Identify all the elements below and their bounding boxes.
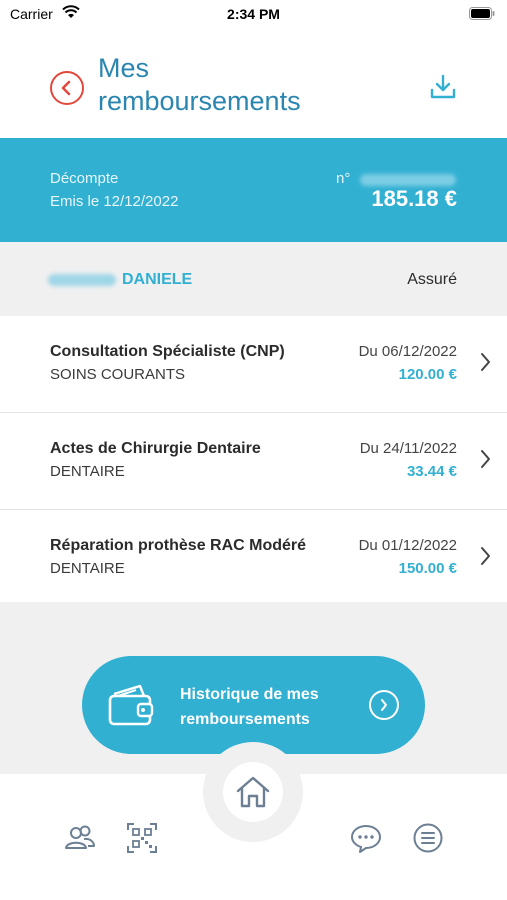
claim-amount: 120.00 € (398, 366, 457, 383)
decompte-number-redacted (360, 174, 456, 186)
insured-role: Assuré (407, 271, 457, 288)
page-title: Mes remboursements (98, 53, 301, 116)
decompte-total-amount: 185.18 € (371, 186, 457, 211)
claim-item[interactable]: Consultation Spécialiste (CNP) SOINS COU… (0, 316, 507, 413)
back-button[interactable] (50, 71, 84, 105)
claim-amount: 33.44 € (406, 463, 457, 480)
home-tab[interactable] (223, 762, 283, 822)
menu-icon[interactable] (412, 822, 444, 854)
claim-item[interactable]: Réparation prothèse RAC Modéré DENTAIRE … (0, 510, 507, 607)
claim-title: Réparation prothèse RAC Modéré (50, 537, 307, 554)
decompte-date: Emis le 12/12/2022 (50, 193, 179, 210)
battery-icon (469, 7, 495, 20)
claim-title: Consultation Spécialiste (CNP) (50, 343, 285, 360)
decompte-number-label: n° (336, 170, 351, 187)
qr-code-icon[interactable] (126, 822, 158, 854)
history-arrow-icon (369, 690, 399, 720)
claim-category: DENTAIRE (50, 463, 125, 480)
download-icon[interactable] (428, 72, 458, 102)
claim-date: Du 01/12/2022 (358, 537, 457, 554)
chat-icon[interactable] (350, 822, 382, 854)
claims-list: Consultation Spécialiste (CNP) SOINS COU… (0, 316, 507, 607)
decompte-banner: Décompte Emis le 12/12/2022 n° 185.18 € (0, 138, 507, 242)
decompte-label: Décompte (50, 170, 119, 187)
claim-amount: 150.00 € (398, 560, 457, 577)
chevron-right-icon (381, 699, 387, 711)
history-button[interactable]: Historique de mes remboursements (82, 656, 425, 754)
tab-bar (0, 742, 507, 900)
chevron-right-icon (481, 547, 490, 565)
chevron-right-icon (481, 353, 490, 371)
claim-date: Du 24/11/2022 (359, 440, 457, 457)
header: Mes remboursements (0, 30, 507, 138)
wallet-icon (108, 684, 154, 726)
insured-row: DANIELE Assuré (0, 242, 507, 316)
claim-date: Du 06/12/2022 (358, 343, 457, 360)
insured-lastname-redacted (48, 274, 116, 286)
home-icon (236, 776, 270, 808)
status-bar: Carrier 2:34 PM (0, 0, 507, 30)
claim-title: Actes de Chirurgie Dentaire (50, 440, 261, 457)
chevron-right-icon (481, 450, 490, 468)
claim-item[interactable]: Actes de Chirurgie Dentaire DENTAIRE Du … (0, 413, 507, 510)
users-icon[interactable] (64, 822, 96, 854)
status-time: 2:34 PM (227, 6, 280, 22)
insured-name: DANIELE (122, 271, 193, 288)
claim-category: SOINS COURANTS (50, 366, 186, 383)
chevron-left-icon (61, 80, 71, 96)
history-label: Historique de mes remboursements (180, 686, 319, 728)
claim-category: DENTAIRE (50, 560, 125, 577)
